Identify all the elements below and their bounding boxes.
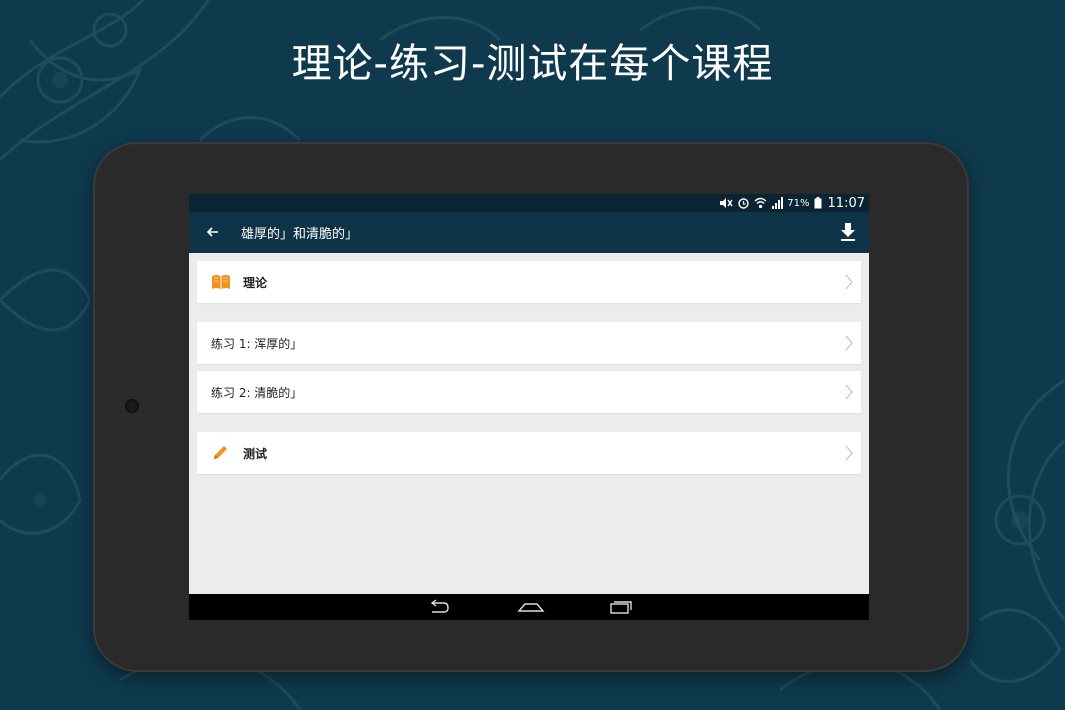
battery-icon	[814, 197, 822, 209]
chevron-right-icon	[845, 445, 853, 461]
back-nav-icon[interactable]	[427, 598, 451, 616]
download-icon[interactable]	[839, 222, 857, 242]
theory-card[interactable]: 理论	[197, 261, 861, 303]
status-time: 11:07	[827, 195, 865, 211]
signal-icon	[772, 197, 784, 209]
status-bar: 71% 11:07	[189, 194, 869, 212]
alarm-icon	[738, 198, 749, 209]
chevron-right-icon	[845, 274, 853, 290]
exercise-2-card[interactable]: 练习 2: 清脆的」	[197, 371, 861, 413]
home-nav-icon[interactable]	[517, 598, 545, 616]
wifi-icon	[754, 197, 767, 209]
lesson-title: 雄厚的」和清脆的」	[241, 227, 359, 242]
test-label: 测试	[243, 447, 268, 461]
headline: 理论-练习-测试在每个课程	[291, 41, 774, 87]
app-screen: 71% 11:07 雄厚的」和清脆的」 理论 练习 1: 浑厚的」 练习 2: …	[189, 194, 869, 620]
tablet-frame: 71% 11:07 雄厚的」和清脆的」 理论 练习 1: 浑厚的」 练习 2: …	[93, 142, 969, 672]
chevron-right-icon	[845, 384, 853, 400]
app-bar: 雄厚的」和清脆的」	[189, 212, 869, 253]
test-card[interactable]: 测试	[197, 432, 861, 474]
theory-label: 理论	[243, 276, 268, 290]
exercise-1-label: 练习 1: 浑厚的」	[211, 337, 303, 351]
mute-icon	[720, 198, 733, 208]
pencil-icon	[214, 446, 227, 459]
chevron-right-icon	[845, 335, 853, 351]
arrow-left-icon[interactable]	[205, 224, 221, 240]
battery-percent: 71%	[787, 197, 810, 209]
camera-icon	[125, 399, 139, 413]
book-icon	[212, 275, 230, 289]
exercise-1-card[interactable]: 练习 1: 浑厚的」	[197, 322, 861, 364]
recents-nav-icon[interactable]	[609, 598, 633, 616]
exercise-2-label: 练习 2: 清脆的」	[211, 386, 303, 400]
nav-bar	[189, 594, 869, 620]
